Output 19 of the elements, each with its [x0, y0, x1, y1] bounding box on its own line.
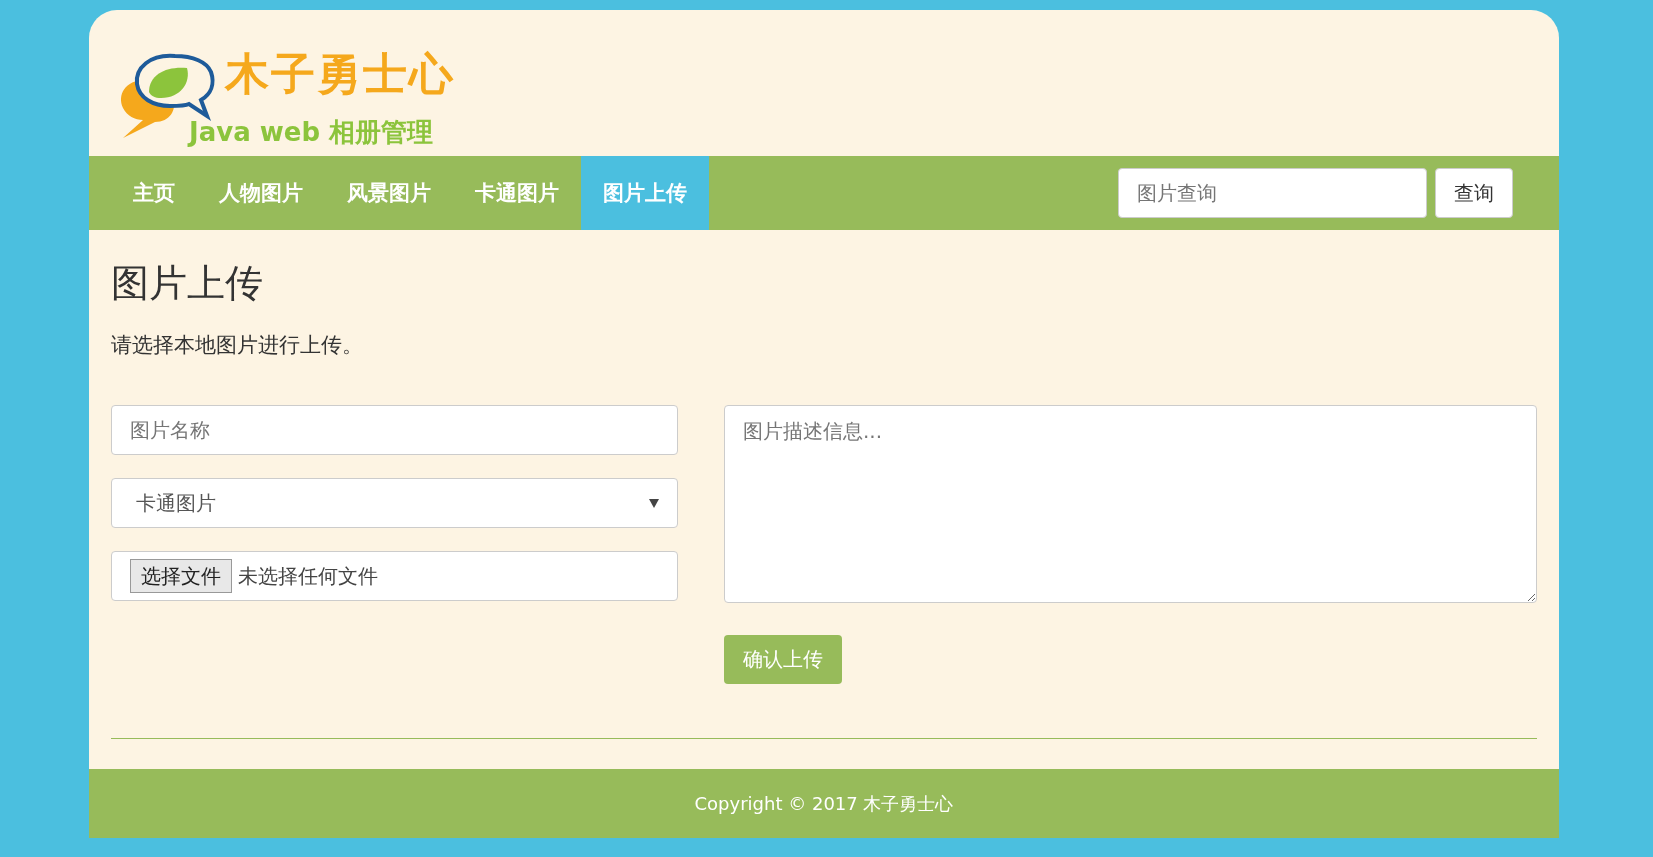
caret-icon — [649, 498, 659, 508]
upload-button[interactable]: 确认上传 — [724, 635, 842, 684]
choose-file-button[interactable]: 选择文件 — [130, 559, 232, 593]
name-field[interactable]: 图片名称 — [111, 405, 678, 455]
file-status: 未选择任何文件 — [238, 562, 378, 590]
search-button[interactable]: 查询 — [1435, 168, 1513, 218]
nav-tab[interactable]: 风景图片 — [325, 156, 453, 230]
search-field[interactable]: 图片查询 — [1118, 168, 1427, 218]
page-heading: 图片上传 — [111, 260, 264, 307]
category-select[interactable]: 卡通图片 — [111, 478, 678, 528]
logo-title: 木子勇士心 — [225, 47, 455, 101]
description-field[interactable]: 图片描述信息... — [724, 405, 1537, 603]
page-description: 请选择本地图片进行上传。 — [111, 332, 364, 359]
nav-tab[interactable]: 图片上传 — [581, 156, 709, 230]
nav-tab[interactable]: 卡通图片 — [453, 156, 581, 230]
nav-tab[interactable]: 人物图片 — [197, 156, 325, 230]
nav-tab[interactable]: 主页 — [111, 156, 197, 230]
logo-subtitle: Java web 相册管理 — [189, 116, 435, 149]
copyright-text: Copyright © 2017 木子勇士心 — [694, 791, 954, 816]
